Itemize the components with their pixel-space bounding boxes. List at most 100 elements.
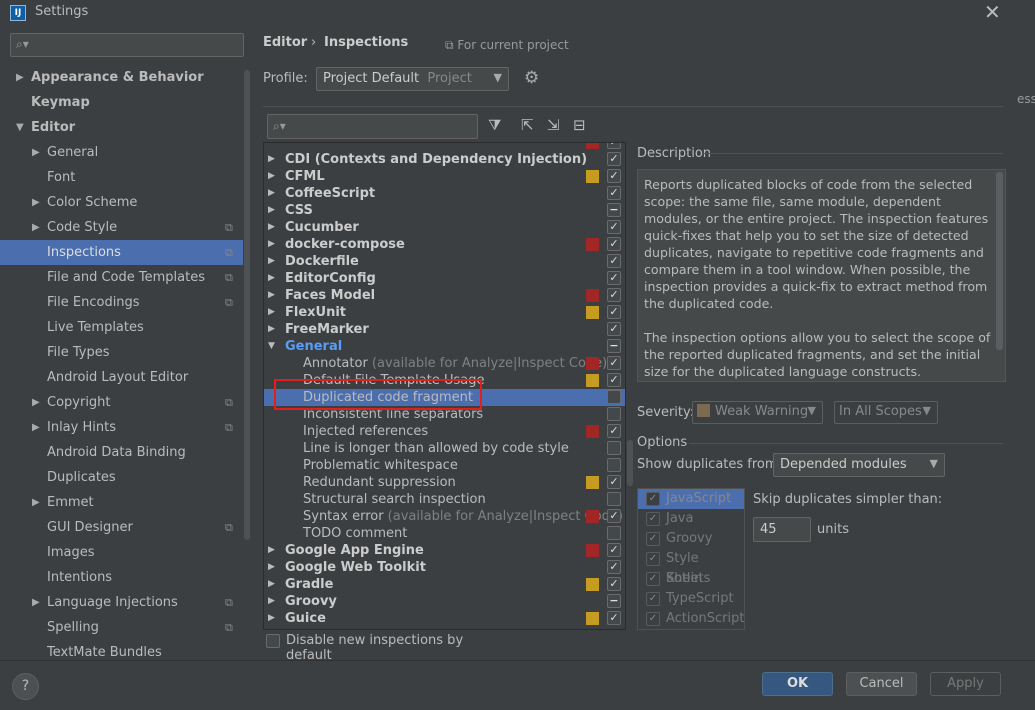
chevron-right-icon[interactable]: ▶ xyxy=(268,593,275,610)
chevron-right-icon[interactable]: ▶ xyxy=(16,65,24,90)
checkbox-box[interactable] xyxy=(266,634,280,648)
tree-row[interactable]: ▶ Dockerfile ✓ xyxy=(264,253,625,270)
language-checkbox[interactable]: ✓ xyxy=(646,532,660,546)
nav-item-spelling[interactable]: Spelling ⧉ xyxy=(0,615,243,640)
nav-scrollbar[interactable] xyxy=(243,70,251,660)
tree-checkbox[interactable]: ✓ xyxy=(607,424,621,438)
chevron-right-icon[interactable]: ▶ xyxy=(268,559,275,576)
tree-row[interactable]: ▶ Guice ✓ xyxy=(264,610,625,627)
tree-checkbox[interactable]: − xyxy=(607,339,621,353)
tree-row[interactable]: Syntax error (available for Analyze|Insp… xyxy=(264,508,625,525)
nav-item-intentions[interactable]: Intentions xyxy=(0,565,243,590)
chevron-right-icon[interactable]: ▶ xyxy=(268,287,275,304)
nav-item-general[interactable]: ▶ General xyxy=(0,140,243,165)
inspection-search-input[interactable]: ⌕▾ xyxy=(267,114,478,139)
gear-icon[interactable]: ⚙ xyxy=(524,68,539,88)
tree-scroll-thumb[interactable] xyxy=(627,440,633,486)
nav-item-android-data-binding[interactable]: Android Data Binding xyxy=(0,440,243,465)
tree-row[interactable]: ▼ General − xyxy=(264,338,625,355)
nav-item-language-injections[interactable]: ▶ Language Injections ⧉ xyxy=(0,590,243,615)
tree-checkbox[interactable]: ✓ xyxy=(607,356,621,370)
chevron-right-icon[interactable]: ▶ xyxy=(32,490,40,515)
collapse-all-icon[interactable]: ⇲ xyxy=(547,116,560,134)
nav-item-inspections[interactable]: Inspections ⧉ xyxy=(0,240,243,265)
tree-checkbox[interactable]: ✓ xyxy=(607,186,621,200)
language-checkbox[interactable]: ✓ xyxy=(646,492,660,506)
chevron-down-icon[interactable]: ▼ xyxy=(268,338,275,355)
tree-scrollbar[interactable] xyxy=(626,143,634,629)
tree-row[interactable]: Injected references ✓ xyxy=(264,423,625,440)
chevron-right-icon[interactable]: ▶ xyxy=(268,253,275,270)
profile-select[interactable]: Project Default Project ▼ xyxy=(316,67,509,91)
chevron-right-icon[interactable]: ▶ xyxy=(268,202,275,219)
language-item-typescript[interactable]: ✓ TypeScript xyxy=(638,589,744,609)
language-item-kotlin[interactable]: ✓ Kotlin xyxy=(638,569,744,589)
chevron-right-icon[interactable]: ▶ xyxy=(268,610,275,627)
tree-row[interactable]: ▶ CDI (Contexts and Dependency Injection)… xyxy=(264,151,625,168)
tree-checkbox[interactable]: ✓ xyxy=(607,254,621,268)
tree-checkbox[interactable]: ✓ xyxy=(607,271,621,285)
tree-checkbox[interactable]: ✓ xyxy=(607,305,621,319)
nav-item-inlay-hints[interactable]: ▶ Inlay Hints ⧉ xyxy=(0,415,243,440)
tree-row[interactable]: ▶ Google App Engine ✓ xyxy=(264,542,625,559)
disable-new-inspections-checkbox[interactable]: Disable new inspections by default xyxy=(266,633,506,663)
show-duplicates-select[interactable]: Depended modules ▼ xyxy=(773,453,945,477)
tree-row[interactable]: ▶ CSS − xyxy=(264,202,625,219)
help-icon[interactable]: ? xyxy=(12,673,39,700)
tree-checkbox[interactable]: ✓ xyxy=(607,169,621,183)
tree-row[interactable]: ▶ Cucumber ✓ xyxy=(264,219,625,236)
chevron-right-icon[interactable]: ▶ xyxy=(32,390,40,415)
cancel-button[interactable]: Cancel xyxy=(846,672,917,696)
tree-checkbox[interactable] xyxy=(607,390,621,404)
tree-row[interactable]: ▶ Groovy − xyxy=(264,593,625,610)
tree-checkbox[interactable]: ✓ xyxy=(607,373,621,387)
tree-row[interactable]: ▶ CoffeeScript ✓ xyxy=(264,185,625,202)
nav-item-gui-designer[interactable]: GUI Designer ⧉ xyxy=(0,515,243,540)
tree-checkbox[interactable] xyxy=(607,458,621,472)
language-item-java[interactable]: ✓ Java xyxy=(638,509,744,529)
language-item-groovy[interactable]: ✓ Groovy xyxy=(638,529,744,549)
tree-checkbox[interactable]: ✓ xyxy=(607,143,621,149)
tree-checkbox[interactable]: ✓ xyxy=(607,611,621,625)
chevron-right-icon[interactable]: ▶ xyxy=(32,590,40,615)
tree-row[interactable]: ▶ EditorConfig ✓ xyxy=(264,270,625,287)
chevron-right-icon[interactable]: ▶ xyxy=(268,185,275,202)
chevron-right-icon[interactable]: ▶ xyxy=(32,140,40,165)
tree-checkbox[interactable] xyxy=(607,492,621,506)
reset-icon[interactable]: ⊟ xyxy=(573,116,586,134)
nav-item-file-and-code-templates[interactable]: File and Code Templates ⧉ xyxy=(0,265,243,290)
language-checkbox[interactable]: ✓ xyxy=(646,572,660,586)
chevron-right-icon[interactable]: ▶ xyxy=(268,151,275,168)
nav-scroll-thumb[interactable] xyxy=(244,70,250,540)
tree-checkbox[interactable]: − xyxy=(607,594,621,608)
tree-checkbox[interactable] xyxy=(607,407,621,421)
skip-duplicates-input[interactable]: 45 xyxy=(753,517,811,542)
language-checkbox[interactable]: ✓ xyxy=(646,512,660,526)
apply-button[interactable]: Apply xyxy=(930,672,1001,696)
expand-all-icon[interactable]: ⇱ xyxy=(521,116,534,134)
tree-checkbox[interactable]: ✓ xyxy=(607,577,621,591)
language-checkbox[interactable]: ✓ xyxy=(646,592,660,606)
tree-checkbox[interactable]: ✓ xyxy=(607,288,621,302)
chevron-right-icon[interactable]: ▶ xyxy=(268,236,275,253)
language-checkbox[interactable]: ✓ xyxy=(646,552,660,566)
tree-checkbox[interactable]: ✓ xyxy=(607,509,621,523)
tree-row[interactable]: Line is longer than allowed by code styl… xyxy=(264,440,625,457)
tree-checkbox[interactable]: ✓ xyxy=(607,475,621,489)
chevron-right-icon[interactable]: ▶ xyxy=(32,190,40,215)
tree-row[interactable]: ▶ FreeMarker ✓ xyxy=(264,321,625,338)
tree-row[interactable]: ▶ Faces Model ✓ xyxy=(264,287,625,304)
severity-select[interactable]: Weak Warning ▼ xyxy=(692,401,823,424)
nav-item-file-encodings[interactable]: File Encodings ⧉ xyxy=(0,290,243,315)
chevron-right-icon[interactable]: ▶ xyxy=(268,321,275,338)
tree-row[interactable]: Problematic whitespace xyxy=(264,457,625,474)
chevron-right-icon[interactable]: ▶ xyxy=(268,304,275,321)
nav-item-font[interactable]: Font xyxy=(0,165,243,190)
chevron-right-icon[interactable]: ▶ xyxy=(268,168,275,185)
tree-row[interactable]: ▶ CFML ✓ xyxy=(264,168,625,185)
tree-checkbox[interactable]: ✓ xyxy=(607,322,621,336)
language-item-javascript[interactable]: ✓ JavaScript xyxy=(638,489,744,509)
tree-row[interactable]: ▶ FlexUnit ✓ xyxy=(264,304,625,321)
tree-row[interactable]: Annotator (available for Analyze|Inspect… xyxy=(264,355,625,372)
nav-item-duplicates[interactable]: Duplicates xyxy=(0,465,243,490)
